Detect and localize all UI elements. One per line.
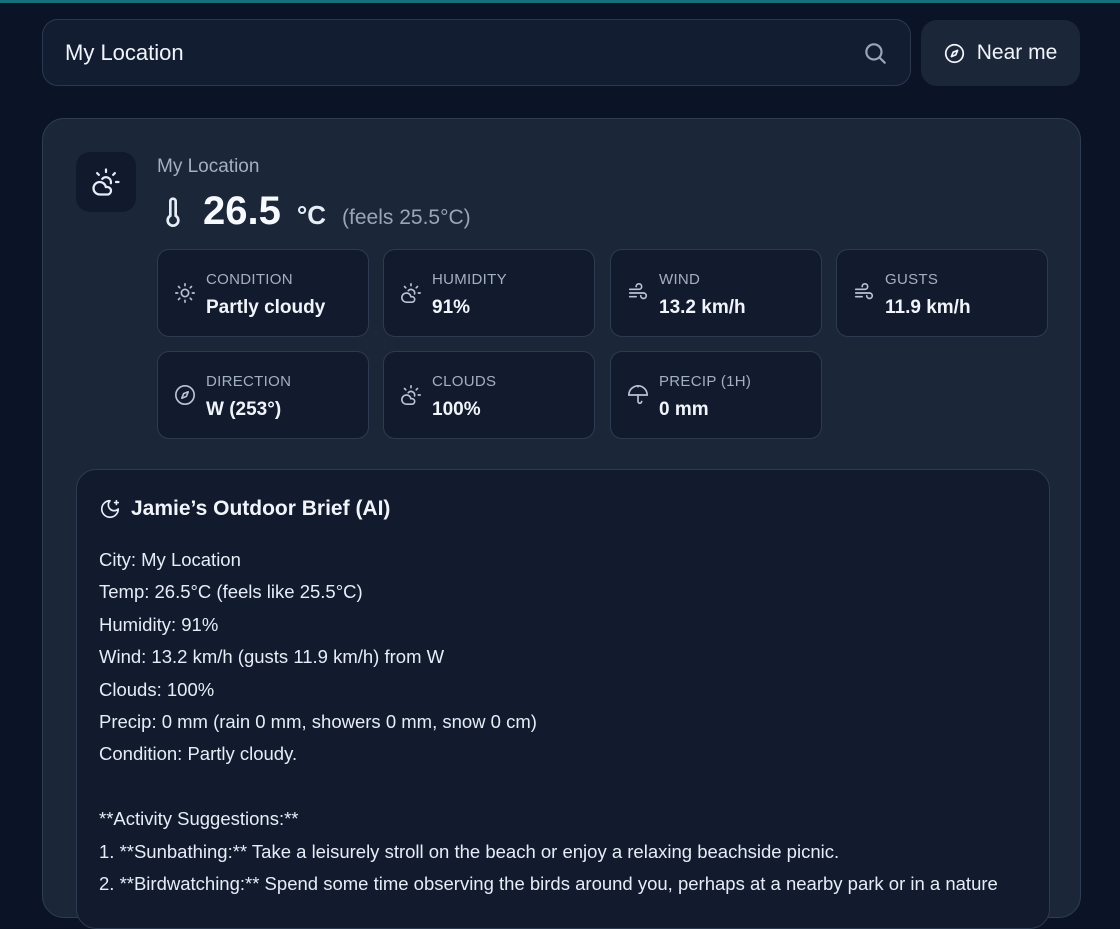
brief-line: 1. **Sunbathing:** Take a leisurely stro… [99,840,840,862]
brief-header: Jamie’s Outdoor Brief (AI) [99,497,390,521]
umbrella-icon [628,385,648,405]
temperature-row: 26.5 °C (feels 25.5°C) [157,189,471,235]
tile-value: 11.9 km/h [885,297,971,318]
sun-icon [175,283,195,303]
location-name: My Location [157,156,260,177]
brief-line: **Activity Suggestions:** [99,808,299,830]
brief-line: Clouds: 100% [99,678,215,700]
brief-line: Precip: 0 mm (rain 0 mm, showers 0 mm, s… [99,710,537,732]
wind-icon [854,283,874,300]
tile-label: GUSTS [885,271,939,288]
tile-gusts: GUSTS 11.9 km/h [836,249,1048,337]
tile-label: WIND [659,271,701,288]
search-input[interactable]: My Location [65,40,862,66]
weather-icon-box [76,152,136,212]
near-me-label: Near me [976,41,1058,64]
top-accent-line [0,0,1120,3]
thermometer-icon [166,197,180,227]
tile-precip: PRECIP (1H) 0 mm [610,351,822,439]
tile-direction: DIRECTION W (253°) [157,351,369,439]
tile-value: 91% [432,297,471,318]
tile-humidity: HUMIDITY 91% [383,249,595,337]
cloud-sun-icon [401,385,421,405]
compass-icon [944,43,964,63]
tile-value: 0 mm [659,399,709,420]
brief-text: City: My Location Temp: 26.5°C (feels li… [99,544,998,900]
brief-line: Temp: 26.5°C (feels like 25.5°C) [99,581,363,603]
wind-icon [628,283,648,300]
tile-label: HUMIDITY [432,271,507,288]
temperature-value: 26.5 [203,189,281,233]
compass-icon [175,385,195,405]
outdoor-brief-panel: Jamie’s Outdoor Brief (AI) City: My Loca… [76,469,1050,929]
brief-line: Humidity: 91% [99,613,219,635]
search-icon[interactable] [862,40,888,66]
tile-label: CONDITION [206,271,293,288]
near-me-button[interactable]: Near me [921,20,1080,86]
tile-value: 13.2 km/h [659,297,746,318]
moon-star-icon [100,499,120,519]
tile-clouds: CLOUDS 100% [383,351,595,439]
tile-value: 100% [432,399,481,420]
weather-card: My Location 26.5 °C (feels 25.5°C) CONDI… [42,118,1081,929]
brief-line: Condition: Partly cloudy. [99,743,298,765]
tile-wind: WIND 13.2 km/h [610,249,822,337]
feels-like: (feels 25.5°C) [342,206,471,229]
tile-value: W (253°) [206,399,282,420]
tile-label: DIRECTION [206,373,292,390]
brief-title: Jamie’s Outdoor Brief (AI) [131,497,391,520]
search-bar[interactable]: My Location [42,19,911,86]
temperature-unit: °C [296,200,327,230]
cloud-sun-icon [401,283,421,303]
cloud-sun-icon [92,168,120,196]
tile-label: CLOUDS [432,373,497,390]
brief-line: Wind: 13.2 km/h (gusts 11.9 km/h) from W [99,646,445,668]
brief-line: 2. **Birdwatching:** Spend some time obs… [99,872,998,894]
tile-value: Partly cloudy [206,297,326,318]
tile-condition: CONDITION Partly cloudy [157,249,369,337]
brief-line [99,771,998,803]
brief-line: City: My Location [99,549,241,570]
tile-label: PRECIP (1H) [659,373,752,390]
